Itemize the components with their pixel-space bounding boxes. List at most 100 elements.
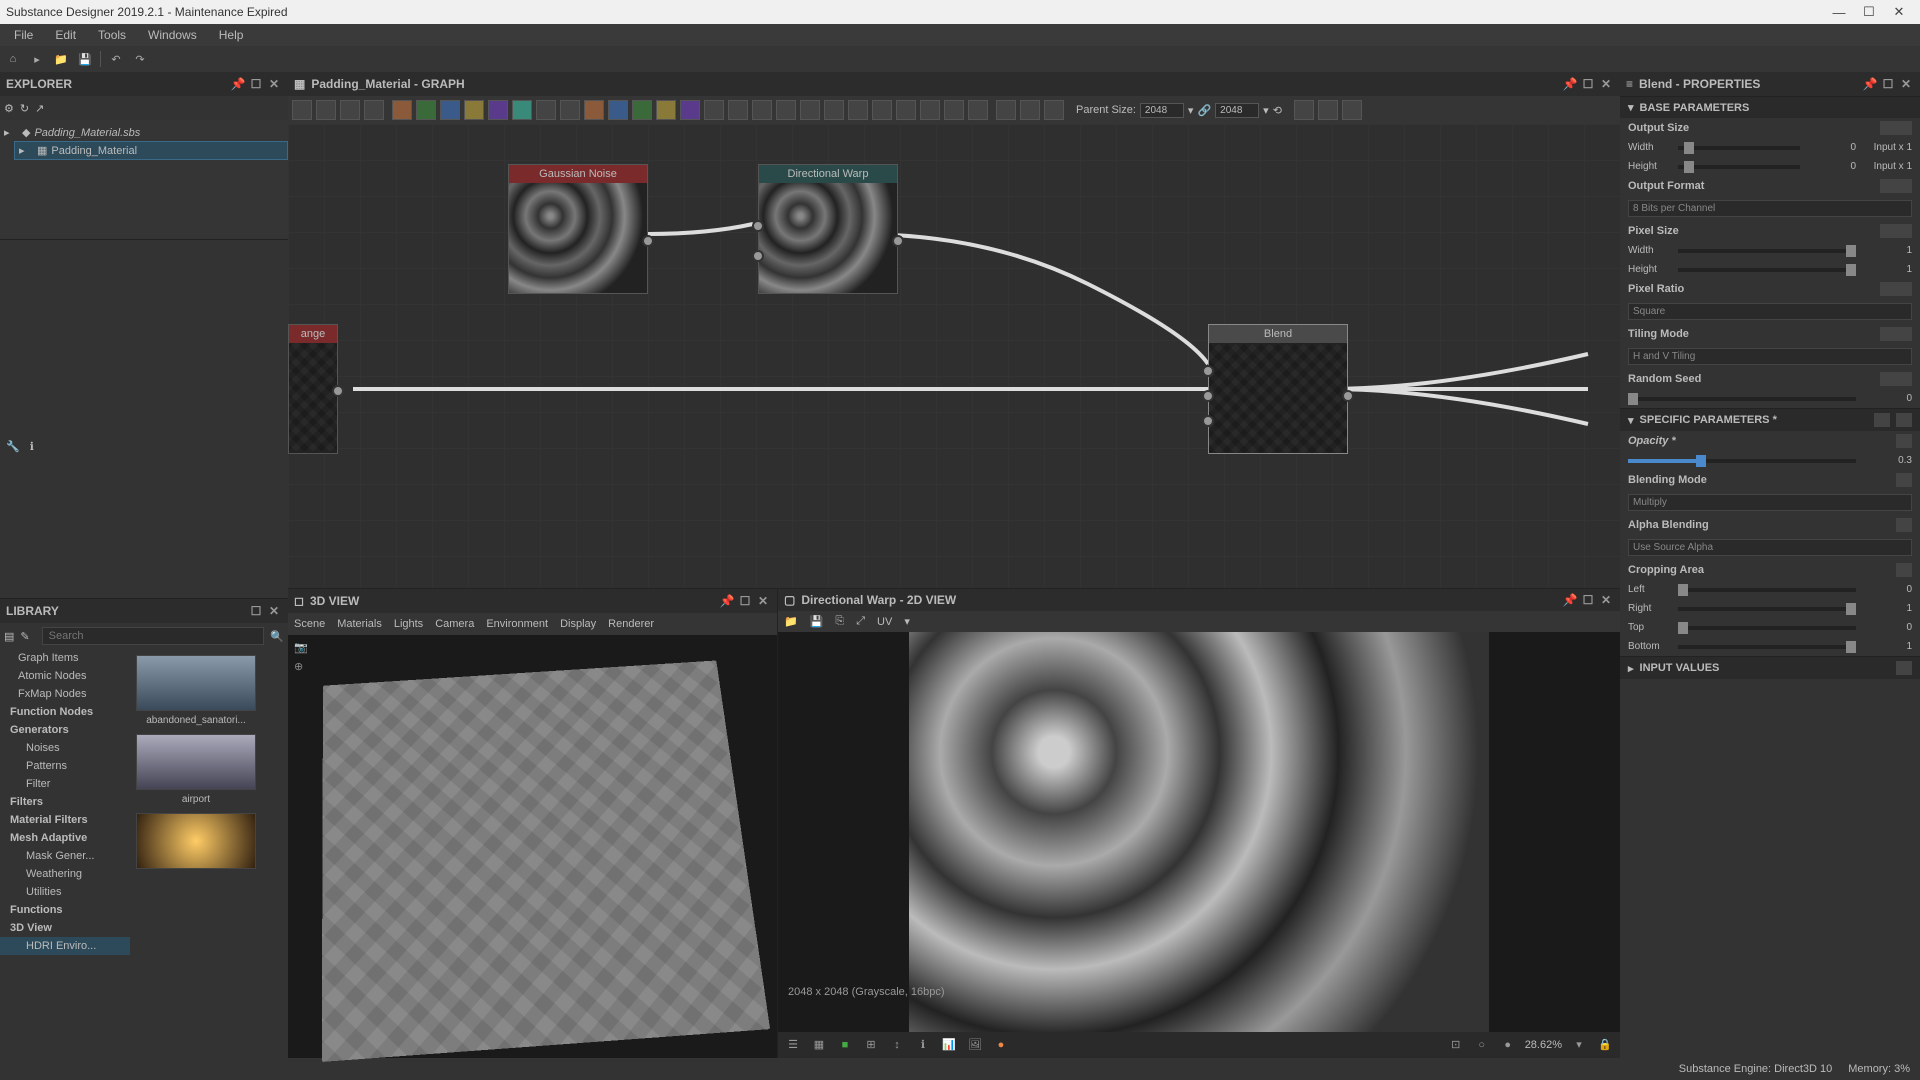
lib-tree-item[interactable]: Utilities	[0, 883, 130, 901]
inherit-icon[interactable]	[1880, 372, 1896, 386]
blending-mode-select[interactable]: Multiply	[1628, 494, 1912, 511]
menu-tools[interactable]: Tools	[88, 26, 136, 44]
info-icon[interactable]: ℹ	[914, 1036, 932, 1054]
close-panel-icon[interactable]: ✕	[266, 76, 282, 92]
actual-icon[interactable]: ○	[1473, 1036, 1491, 1054]
tool-icon[interactable]: ⚙	[4, 102, 14, 115]
menu-renderer[interactable]: Renderer	[608, 618, 654, 630]
pin-icon[interactable]: 📌	[230, 76, 246, 92]
copy-icon[interactable]	[1874, 413, 1890, 427]
node-type-icon[interactable]	[560, 100, 580, 120]
open-icon[interactable]: 📁	[784, 615, 798, 628]
node-type-icon[interactable]	[968, 100, 988, 120]
lib-tree-item[interactable]: Patterns	[0, 757, 130, 775]
menu-display[interactable]: Display	[560, 618, 596, 630]
maximize-panel-icon[interactable]: ☐	[1880, 76, 1896, 92]
pin-icon[interactable]: 📌	[719, 593, 735, 609]
lib-tree-item[interactable]: Filter	[0, 775, 130, 793]
info-icon[interactable]: ℹ	[30, 440, 34, 453]
lib-tree-item[interactable]: Filters	[0, 793, 130, 811]
histogram-icon[interactable]: 📊	[940, 1036, 958, 1054]
width-slider[interactable]	[1678, 146, 1800, 150]
reset-icon[interactable]	[1896, 179, 1912, 193]
pin-icon[interactable]: 📌	[1562, 592, 1578, 608]
align-icon[interactable]	[1342, 100, 1362, 120]
minimize-button[interactable]: —	[1824, 5, 1854, 20]
search-input[interactable]	[42, 627, 265, 645]
ps-height-slider[interactable]	[1678, 268, 1856, 272]
menu-environment[interactable]: Environment	[486, 618, 548, 630]
eyedropper-icon[interactable]: ⤢	[856, 615, 865, 628]
node-type-icon[interactable]	[464, 100, 484, 120]
reset-icon[interactable]	[1896, 473, 1912, 487]
thumb-item[interactable]	[136, 813, 256, 869]
maximize-panel-icon[interactable]: ☐	[248, 76, 264, 92]
output-port[interactable]	[642, 235, 654, 247]
node-type-icon[interactable]	[488, 100, 508, 120]
color-icon[interactable]: ●	[992, 1036, 1010, 1054]
pin-icon[interactable]	[1044, 100, 1064, 120]
node-type-icon[interactable]	[512, 100, 532, 120]
inherit-icon[interactable]	[1880, 282, 1896, 296]
node-type-icon[interactable]	[824, 100, 844, 120]
close-panel-icon[interactable]: ✕	[266, 603, 282, 619]
tree-graph-row[interactable]: ▸ ▦ Padding_Material	[14, 141, 288, 160]
image-icon[interactable]: 🖼	[966, 1036, 984, 1054]
input-port[interactable]	[1202, 365, 1214, 377]
crop-right-slider[interactable]	[1678, 607, 1856, 611]
random-seed-slider[interactable]	[1628, 397, 1856, 401]
parent-height-input[interactable]	[1215, 103, 1259, 118]
section-input-values[interactable]: ▸ INPUT VALUES	[1620, 656, 1920, 679]
lib-tree-item[interactable]: Generators	[0, 721, 130, 739]
gizmo-icon[interactable]: ⊕	[294, 660, 308, 673]
undo-icon[interactable]: ↶	[107, 50, 125, 68]
reset-icon[interactable]	[1896, 282, 1912, 296]
node-directional-warp[interactable]: Directional Warp	[758, 164, 898, 294]
node-type-icon[interactable]	[608, 100, 628, 120]
tree-file-row[interactable]: ▸ ◆ Padding_Material.sbs	[0, 124, 288, 141]
align-icon[interactable]	[1294, 100, 1314, 120]
node-type-icon[interactable]	[656, 100, 676, 120]
crop-left-slider[interactable]	[1678, 588, 1856, 592]
pin-icon[interactable]: 📌	[1562, 76, 1578, 92]
menu-camera[interactable]: Camera	[435, 618, 474, 630]
section-specific-params[interactable]: ▾ SPECIFIC PARAMETERS *	[1620, 408, 1920, 431]
lib-tree-item[interactable]: Mesh Adaptive	[0, 829, 130, 847]
crop-top-slider[interactable]	[1678, 626, 1856, 630]
dropdown-icon[interactable]: ▾	[904, 615, 910, 628]
layers-icon[interactable]: ☰	[784, 1036, 802, 1054]
inherit-icon[interactable]	[1880, 121, 1896, 135]
uv-label[interactable]: UV	[877, 616, 892, 628]
inherit-icon[interactable]	[1880, 327, 1896, 341]
dropdown-icon[interactable]: ▾	[1188, 104, 1194, 117]
node-blend[interactable]: Blend	[1208, 324, 1348, 454]
node-partial[interactable]: ange	[288, 324, 338, 454]
close-panel-icon[interactable]: ✕	[1598, 592, 1614, 608]
menu-edit[interactable]: Edit	[45, 26, 86, 44]
output-port[interactable]	[1342, 390, 1354, 402]
pixel-ratio-select[interactable]: Square	[1628, 303, 1912, 320]
close-panel-icon[interactable]: ✕	[755, 593, 771, 609]
ps-width-slider[interactable]	[1678, 249, 1856, 253]
section-base-params[interactable]: ▾ BASE PARAMETERS	[1620, 96, 1920, 118]
node-gaussian-noise[interactable]: Gaussian Noise	[508, 164, 648, 294]
info-icon[interactable]	[340, 100, 360, 120]
alpha-blending-select[interactable]: Use Source Alpha	[1628, 539, 1912, 556]
node-type-icon[interactable]	[800, 100, 820, 120]
redo-icon[interactable]: ↷	[131, 50, 149, 68]
paste-icon[interactable]	[1896, 413, 1912, 427]
height-slider[interactable]	[1678, 165, 1800, 169]
refresh-icon[interactable]: ↻	[20, 102, 29, 115]
close-button[interactable]: ✕	[1884, 4, 1914, 20]
zoom-icon[interactable]	[364, 100, 384, 120]
dropdown-icon[interactable]: ▾	[1570, 1036, 1588, 1054]
lock-icon[interactable]: 🔒	[1596, 1036, 1614, 1054]
output-port[interactable]	[332, 385, 344, 397]
menu-materials[interactable]: Materials	[337, 618, 382, 630]
inherit-icon[interactable]	[1880, 224, 1896, 238]
node-type-icon[interactable]	[752, 100, 772, 120]
maximize-panel-icon[interactable]: ☐	[1580, 592, 1596, 608]
input-port[interactable]	[752, 220, 764, 232]
node-type-icon[interactable]	[440, 100, 460, 120]
input-port[interactable]	[1202, 415, 1214, 427]
